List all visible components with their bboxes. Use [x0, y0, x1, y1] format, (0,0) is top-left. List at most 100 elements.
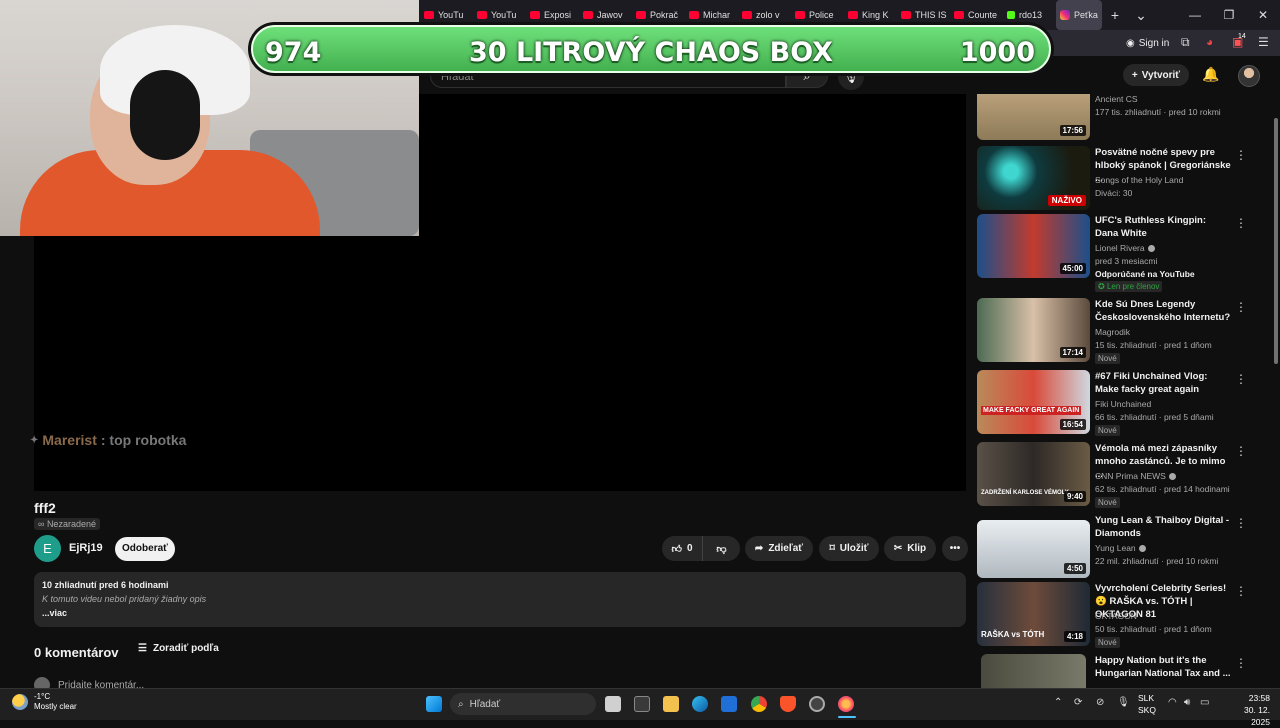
- tab-label: rdo13: [1019, 10, 1043, 20]
- windows-start-icon[interactable]: [426, 696, 442, 712]
- sidebar-scrollbar[interactable]: [1274, 118, 1278, 364]
- notifications-bell-icon[interactable]: 🔔: [1202, 66, 1219, 83]
- save-button[interactable]: ⌑ Uložiť: [819, 536, 879, 561]
- edge-icon[interactable]: [692, 696, 708, 712]
- language-code: SLK: [1138, 693, 1155, 703]
- show-more-link[interactable]: ...viac: [42, 608, 958, 618]
- more-vertical-icon[interactable]: ⋮: [1235, 216, 1247, 230]
- video-thumbnail[interactable]: 17:56: [977, 94, 1090, 140]
- account-avatar[interactable]: [1238, 65, 1260, 87]
- sign-in-label: Sign in: [1138, 37, 1170, 49]
- visibility-badge: ∞ Nezaradené: [34, 518, 100, 530]
- rec-channel[interactable]: CNN Prima NEWS: [1095, 471, 1176, 481]
- close-window-button[interactable]: ✕: [1246, 8, 1280, 22]
- video-thumbnail[interactable]: RAŠKA vs TÓTH 4:18: [977, 582, 1090, 646]
- like-button[interactable]: 👍︎ 0: [662, 536, 702, 561]
- description-text: K tomuto videu nebol pridaný žiadny opis: [42, 594, 207, 604]
- tray-overflow-icon[interactable]: ⌃: [1054, 697, 1062, 708]
- rec-channel[interactable]: Magrodik: [1095, 327, 1130, 337]
- weather-widget[interactable]: -1°C Mostly clear: [12, 692, 77, 712]
- rec-title: Kde Sú Dnes Legendy Československého Int…: [1095, 299, 1231, 323]
- store-icon[interactable]: [721, 696, 737, 712]
- youtube-icon: [742, 11, 752, 19]
- rec-recommended-tag: Odporúčané na YouTube: [1095, 269, 1195, 279]
- rec-channel[interactable]: OKTAGON: [1095, 611, 1137, 621]
- wifi-icon[interactable]: ◠: [1168, 697, 1177, 708]
- create-button[interactable]: + Vytvoriť: [1123, 64, 1189, 86]
- recommendation-item[interactable]: 17:14 Kde Sú Dnes Legendy Československé…: [977, 298, 1277, 364]
- obs-icon[interactable]: [809, 696, 825, 712]
- rec-channel[interactable]: Lionel Rivera: [1095, 243, 1155, 253]
- video-thumbnail[interactable]: ZADRŽENÍ KARLOSE VÉMOLY 9:40: [977, 442, 1090, 506]
- dislike-button[interactable]: 👎︎: [702, 536, 740, 561]
- channel-avatar[interactable]: E: [34, 535, 61, 562]
- video-thumbnail[interactable]: 4:50: [977, 520, 1090, 578]
- rec-channel[interactable]: Yung Lean: [1095, 543, 1146, 553]
- recommendation-item[interactable]: MAKE FACKY GREAT AGAIN 16:54 #67 Fiki Un…: [977, 370, 1277, 436]
- rec-channel[interactable]: Fiki Unchained: [1095, 399, 1151, 409]
- widgets-icon[interactable]: [634, 696, 650, 712]
- menu-icon[interactable]: ☰: [1258, 35, 1269, 49]
- rec-channel[interactable]: Ancient CS: [1095, 94, 1138, 104]
- clip-button[interactable]: ✂ Klip: [884, 536, 936, 561]
- brave-icon[interactable]: [780, 696, 796, 712]
- youtube-icon: [848, 11, 858, 19]
- sign-in-button[interactable]: ◉ Sign in: [1126, 34, 1169, 52]
- browser-tab-active[interactable]: Peťka: [1056, 0, 1102, 30]
- description-box[interactable]: 10 zhliadnutí pred 6 hodinami K tomuto v…: [34, 572, 966, 627]
- goal-title: 30 LITROVÝ CHAOS BOX: [469, 37, 833, 68]
- file-explorer-icon[interactable]: [663, 696, 679, 712]
- more-vertical-icon[interactable]: ⋮: [1235, 516, 1247, 530]
- rec-channel[interactable]: Songs of the Holy Land: [1095, 175, 1183, 185]
- language-indicator[interactable]: SLK SKQ: [1138, 692, 1156, 716]
- video-thumbnail[interactable]: 17:14: [977, 298, 1090, 362]
- channel-name[interactable]: EjRj19: [69, 542, 103, 554]
- sort-comments-button[interactable]: ☰ Zoradiť podľa: [138, 643, 219, 654]
- more-vertical-icon[interactable]: ⋮: [1235, 148, 1247, 162]
- more-vertical-icon[interactable]: ⋮: [1235, 584, 1247, 598]
- view-count-and-date: 10 zhliadnutí pred 6 hodinami: [42, 580, 169, 590]
- youtube-icon: [636, 11, 646, 19]
- sync-icon[interactable]: ⟳: [1074, 697, 1082, 708]
- chrome-icon[interactable]: [751, 696, 767, 712]
- temperature: -1°C: [34, 692, 51, 701]
- more-actions-button[interactable]: •••: [942, 536, 968, 561]
- youtube-icon: [477, 11, 487, 19]
- taskbar-clock[interactable]: 23:58 30. 12. 2025: [1224, 692, 1270, 728]
- subscribe-button[interactable]: Odoberať: [115, 537, 175, 561]
- microphone-icon[interactable]: 🎙: [1117, 697, 1130, 708]
- new-tab-button[interactable]: +: [1102, 7, 1128, 23]
- more-vertical-icon[interactable]: ⋮: [1235, 444, 1247, 458]
- task-view-icon[interactable]: [605, 696, 621, 712]
- volume-icon[interactable]: 🔊︎: [1184, 697, 1190, 708]
- battery-icon[interactable]: ▭: [1200, 697, 1209, 708]
- recommendation-item[interactable]: NAŽIVO Posvätné nočné spevy pre hlboký s…: [977, 146, 1277, 210]
- recommendation-item[interactable]: RAŠKA vs TÓTH 4:18 Vyvrcholení Celebrity…: [977, 582, 1277, 648]
- tab-list-button[interactable]: ⌄: [1128, 7, 1154, 24]
- maximize-button[interactable]: ❐: [1212, 8, 1246, 22]
- recommendation-item[interactable]: ZADRŽENÍ KARLOSE VÉMOLY 9:40 Vémola má m…: [977, 442, 1277, 508]
- share-button[interactable]: ➦ Zdieľať: [745, 536, 813, 561]
- video-thumbnail[interactable]: [981, 654, 1086, 688]
- more-vertical-icon[interactable]: ⋮: [1235, 656, 1247, 670]
- thumbnail-text: MAKE FACKY GREAT AGAIN: [981, 406, 1082, 415]
- network-off-icon[interactable]: ⊘: [1096, 697, 1104, 708]
- color-extension-icon[interactable]: ◕: [1206, 35, 1213, 49]
- clip-label: Klip: [907, 543, 927, 554]
- video-thumbnail[interactable]: NAŽIVO: [977, 146, 1090, 210]
- goal-target-value: 1000: [959, 37, 1035, 68]
- extensions-icon[interactable]: ⧉: [1181, 35, 1190, 50]
- firefox-icon[interactable]: [838, 696, 854, 712]
- more-vertical-icon[interactable]: ⋮: [1235, 372, 1247, 386]
- recommendation-item[interactable]: Happy Nation but it's the Hungarian Nati…: [977, 654, 1277, 688]
- minimize-button[interactable]: —: [1178, 8, 1212, 22]
- more-vertical-icon[interactable]: ⋮: [1235, 300, 1247, 314]
- recommendation-item[interactable]: 45:00 UFC's Ruthless Kingpin: Dana White…: [977, 214, 1277, 294]
- video-thumbnail[interactable]: 45:00: [977, 214, 1090, 278]
- recommendation-item[interactable]: 4:50 Yung Lean & Thaiboy Digital - Diamo…: [977, 514, 1277, 578]
- video-thumbnail[interactable]: MAKE FACKY GREAT AGAIN 16:54: [977, 370, 1090, 434]
- taskbar-search[interactable]: ⌕ Hľadať: [450, 693, 596, 715]
- account-icon: ◉: [1126, 37, 1135, 49]
- rec-channel-name: Yung Lean: [1095, 543, 1136, 553]
- recommendation-item[interactable]: 17:56 Ancient CS 177 tis. zhliadnutí · p…: [977, 94, 1277, 142]
